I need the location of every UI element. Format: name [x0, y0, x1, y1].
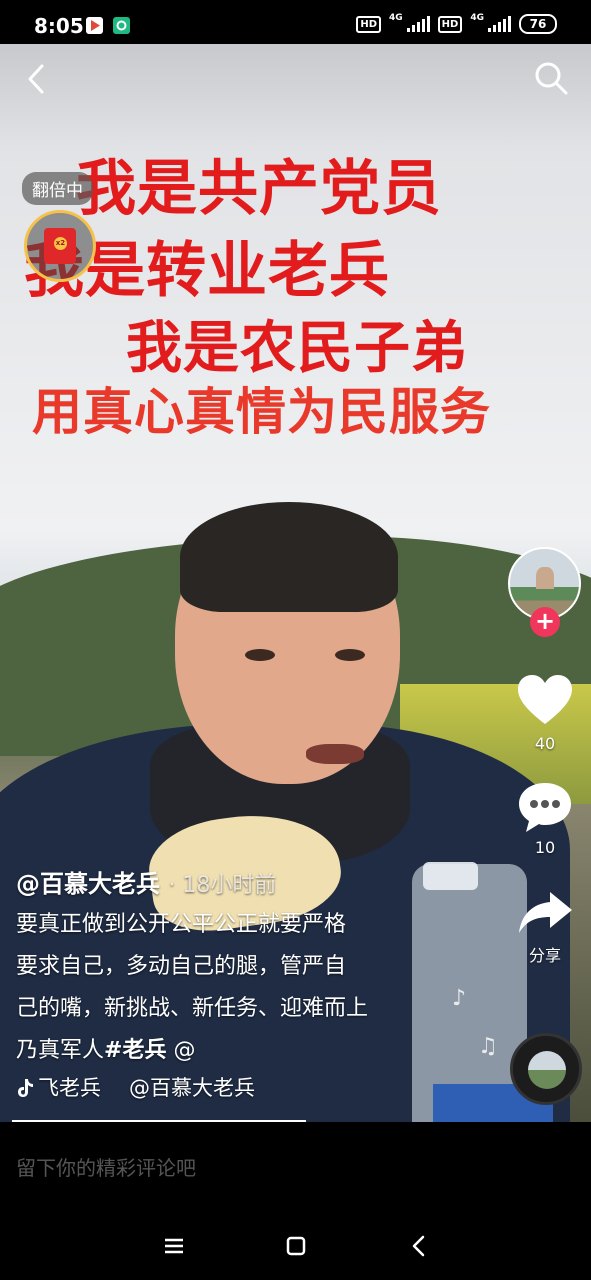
like-count: 40 — [534, 734, 556, 753]
overlay-caption-line-4: 用真心真情为民服务 — [32, 383, 491, 441]
video-person-mouth — [306, 744, 364, 764]
heart-icon[interactable] — [516, 674, 574, 726]
desc-line-3: 己的嘴，新挑战、新任务、迎难而上 — [16, 996, 369, 1021]
back-icon[interactable] — [22, 62, 50, 96]
music-disc-cover — [528, 1051, 566, 1089]
video-person-hair — [180, 502, 398, 612]
desc-line-4-text: 乃真军人 — [16, 1038, 105, 1063]
video-person-eye-right — [335, 649, 365, 661]
floating-music-note-icon-2: ♫ — [478, 1034, 498, 1059]
comment-icon[interactable] — [516, 780, 574, 832]
comment-bar: 留下你的精彩评论吧 — [0, 1122, 591, 1212]
nav-back-icon[interactable] — [405, 1232, 433, 1260]
status-indicators: HD 4G HD 4G 76 — [356, 13, 557, 34]
play-store-icon — [86, 17, 103, 34]
hashtag-link[interactable]: #老兵 — [104, 1038, 166, 1063]
comment-input[interactable]: 留下你的精彩评论吧 — [16, 1152, 196, 1181]
overlay-caption-line-1: 我是共产党员 — [76, 154, 442, 224]
tiktok-icon — [18, 1079, 33, 1097]
mention-link[interactable]: @ — [166, 1038, 195, 1063]
floating-music-note-icon: ♪ — [452, 986, 467, 1011]
post-author-row: @百慕大老兵 · 18小时前 — [16, 864, 276, 899]
network-type: 4G — [389, 13, 403, 23]
desc-line-1: 要真正做到公开公平公正就要严格 — [16, 912, 347, 937]
search-icon[interactable] — [533, 60, 569, 96]
music-title: 飞老兵 — [38, 1076, 101, 1100]
menu-icon[interactable] — [160, 1232, 188, 1260]
author-name-link[interactable]: @百慕大老兵 — [16, 870, 160, 898]
avatar-image — [536, 567, 554, 589]
system-nav-bar — [0, 1212, 591, 1280]
music-title-wrap: 飞老兵 — [16, 1072, 101, 1102]
music-author: @百慕大老兵 — [129, 1076, 255, 1100]
app-notification-icon — [113, 17, 130, 34]
battery-icon: 76 — [519, 14, 557, 34]
music-disc-button[interactable] — [510, 1033, 582, 1105]
video-person-eye-left — [245, 649, 275, 661]
double-reward-badge[interactable]: 翻倍中 — [22, 172, 93, 205]
signal-icon — [406, 16, 430, 32]
desc-line-4: 乃真军人#老兵 @ — [16, 1030, 436, 1072]
music-row[interactable]: 飞老兵 @百慕大老兵 — [16, 1072, 255, 1102]
post-time-ago: · 18小时前 — [168, 873, 277, 898]
red-packet-widget[interactable]: x2 — [24, 210, 96, 282]
hd-badge: HD — [356, 15, 382, 33]
video-bottle-cap — [423, 862, 478, 890]
signal-icon-2 — [488, 16, 511, 32]
comment-count: 10 — [534, 838, 556, 857]
follow-button[interactable]: + — [530, 607, 560, 637]
share-arrow-icon[interactable] — [516, 888, 574, 940]
post-description: 要真正做到公开公平公正就要严格 要求自己，多动自己的腿，管严自 己的嘴，新挑战、… — [16, 904, 436, 1072]
red-packet-icon: x2 — [44, 228, 76, 264]
share-label: 分享 — [528, 946, 561, 965]
desc-line-2: 要求自己，多动自己的腿，管严自 — [16, 954, 347, 979]
hd-badge-2: HD — [437, 15, 463, 33]
home-icon[interactable] — [282, 1232, 310, 1260]
status-time: 8:05 — [34, 14, 84, 38]
network-type-2: 4G — [470, 13, 484, 23]
multiplier-label: x2 — [54, 237, 67, 250]
